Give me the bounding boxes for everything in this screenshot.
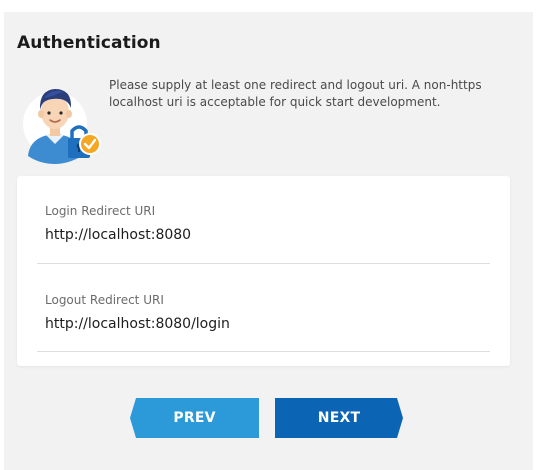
- page-title: Authentication: [17, 33, 161, 53]
- next-button[interactable]: NEXT: [275, 398, 403, 438]
- authentication-description: Please supply at least one redirect and …: [109, 78, 482, 109]
- user-lock-avatar-icon: [22, 74, 102, 166]
- logout-redirect-field[interactable]: Logout Redirect URI http://localhost:808…: [37, 293, 490, 352]
- logout-redirect-label: Logout Redirect URI: [45, 293, 164, 307]
- login-redirect-field[interactable]: Login Redirect URI http://localhost:8080: [37, 204, 490, 264]
- login-redirect-input[interactable]: http://localhost:8080: [45, 227, 485, 243]
- login-redirect-label: Login Redirect URI: [45, 204, 156, 218]
- checkmark-badge-icon: [79, 133, 101, 155]
- prev-button[interactable]: PREV: [130, 398, 259, 438]
- logout-redirect-input[interactable]: http://localhost:8080/login: [45, 316, 485, 332]
- redirect-uri-card: Login Redirect URI http://localhost:8080…: [17, 176, 510, 366]
